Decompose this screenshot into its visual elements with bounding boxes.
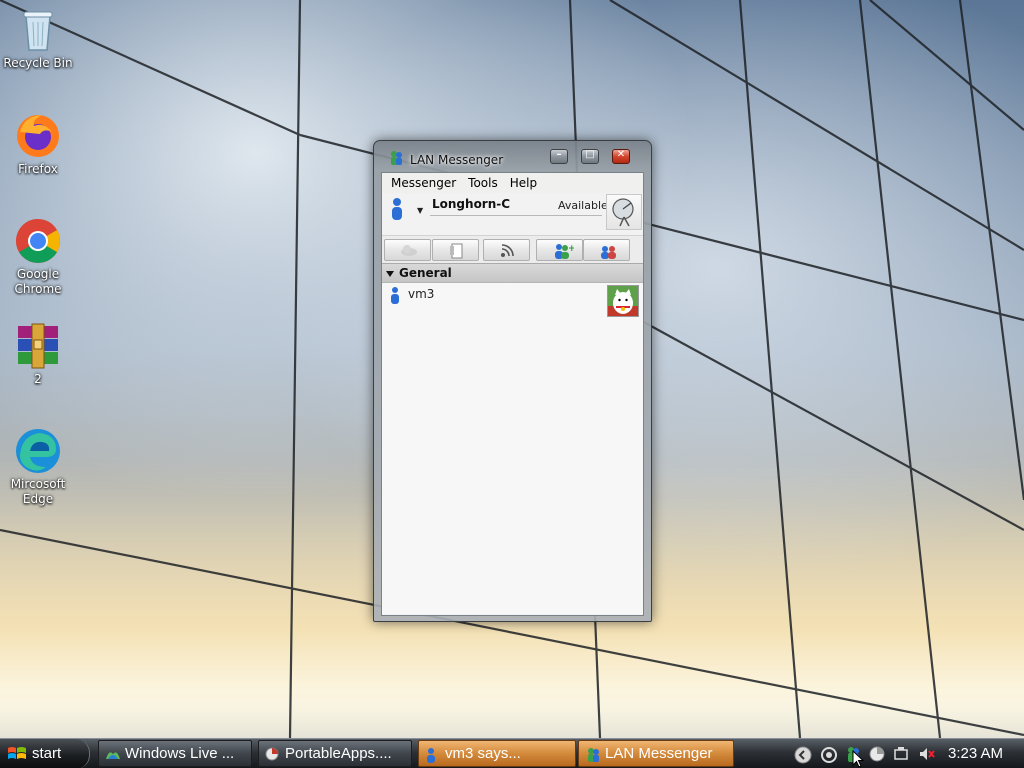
tray-network-icon[interactable] xyxy=(820,746,838,764)
desktop-icon-recycle-bin[interactable]: Recycle Bin xyxy=(0,6,76,71)
name-underline xyxy=(430,215,602,216)
firefox-icon xyxy=(17,115,59,157)
window-client-area: Messenger Tools Help ▼ Longhorn-C Availa… xyxy=(381,172,644,616)
contact-avatar xyxy=(607,285,639,317)
satellite-dish-icon xyxy=(612,198,634,227)
contact-settings-icon xyxy=(601,246,616,259)
edge-icon xyxy=(16,429,60,473)
taskbar-item-vm3-chat[interactable]: vm3 says... xyxy=(418,740,576,767)
windows-flag-icon xyxy=(8,747,26,759)
lan-messenger-app-icon xyxy=(391,151,402,165)
menu-bar: Messenger Tools Help xyxy=(382,173,643,193)
maximize-icon: □ xyxy=(585,149,595,160)
collapse-triangle-icon[interactable] xyxy=(386,271,394,277)
user-status-text: Available xyxy=(558,199,608,212)
start-button[interactable]: start xyxy=(0,739,90,768)
document-icon xyxy=(450,243,463,259)
desktop-icon-label: Recycle Bin xyxy=(3,56,73,70)
desktop-icon-microsoft-edge[interactable]: Mircosoft Edge xyxy=(0,427,76,507)
taskbar: start Windows Live ... PortableApps.... … xyxy=(0,738,1024,768)
menu-help[interactable]: Help xyxy=(505,176,542,190)
group-name: General xyxy=(399,266,452,280)
status-dropdown-arrow-icon[interactable]: ▼ xyxy=(417,206,423,215)
close-button[interactable]: ✕ xyxy=(612,149,630,164)
start-label: start xyxy=(32,745,62,762)
desktop-icon-label: Google Chrome xyxy=(14,267,62,296)
chat-person-icon xyxy=(427,748,435,763)
menu-messenger[interactable]: Messenger xyxy=(386,176,461,190)
add-contact-icon: + xyxy=(555,244,574,259)
broadcast-button[interactable] xyxy=(384,239,431,261)
file-transfer-button[interactable] xyxy=(432,239,479,261)
desktop-icon-label: 2 xyxy=(34,372,42,386)
tray-portableapps-icon[interactable] xyxy=(869,746,885,762)
user-name[interactable]: Longhorn-C xyxy=(432,197,510,211)
close-icon: ✕ xyxy=(616,149,626,160)
lan-messenger-task-icon xyxy=(588,748,599,762)
rss-button[interactable] xyxy=(483,239,530,261)
tray-expand-icon[interactable] xyxy=(794,746,812,764)
group-header-general[interactable]: General xyxy=(382,263,643,283)
contact-status-icon xyxy=(391,287,399,304)
tray-volume-muted-icon[interactable] xyxy=(918,746,936,762)
windows-live-icon xyxy=(106,752,120,759)
taskbar-item-windows-live[interactable]: Windows Live ... xyxy=(98,740,252,767)
user-avatar[interactable] xyxy=(606,194,642,230)
taskbar-clock[interactable]: 3:23 AM xyxy=(948,745,1003,762)
user-status-panel: ▼ Longhorn-C Available xyxy=(382,193,643,235)
desktop-icon-winrar[interactable]: 2 xyxy=(0,322,76,387)
tray-safely-remove-icon[interactable] xyxy=(893,746,911,762)
mouse-cursor-icon xyxy=(852,750,864,768)
minimize-button[interactable]: – xyxy=(550,149,568,164)
system-tray: 3:23 AM xyxy=(790,739,1024,768)
lan-messenger-window[interactable]: LAN Messenger – □ ✕ Messenger Tools Help… xyxy=(373,140,652,622)
desktop-icon-google-chrome[interactable]: Google Chrome xyxy=(0,217,76,297)
minimize-icon: – xyxy=(556,149,562,160)
taskbar-item-lan-messenger[interactable]: LAN Messenger xyxy=(578,740,734,767)
desktop-icon-firefox[interactable]: Firefox xyxy=(0,112,76,177)
desktop-icon-label: Mircosoft Edge xyxy=(10,477,66,506)
portableapps-icon xyxy=(265,747,279,761)
taskbar-item-label: LAN Messenger xyxy=(605,745,713,762)
menu-tools[interactable]: Tools xyxy=(463,176,503,190)
recycle-bin-icon xyxy=(23,11,53,51)
winrar-archive-icon xyxy=(18,323,58,369)
user-person-icon[interactable] xyxy=(390,197,404,221)
chrome-icon xyxy=(16,219,60,263)
maximize-button[interactable]: □ xyxy=(581,149,599,164)
add-contact-button[interactable]: + xyxy=(536,239,583,261)
taskbar-item-portableapps[interactable]: PortableApps.... xyxy=(258,740,412,767)
window-title: LAN Messenger xyxy=(410,153,504,167)
title-bar[interactable]: LAN Messenger – □ ✕ xyxy=(374,141,651,173)
contact-settings-button[interactable] xyxy=(583,239,630,261)
rss-feed-icon xyxy=(501,244,514,257)
contact-item[interactable]: vm3 xyxy=(382,283,643,317)
taskbar-item-label: Windows Live ... xyxy=(125,745,235,762)
contact-list: vm3 xyxy=(382,283,643,614)
lucky-cat-avatar-icon xyxy=(608,286,638,316)
contact-name: vm3 xyxy=(408,287,435,301)
toolbar: + xyxy=(382,235,643,263)
svg-text:+: + xyxy=(568,244,574,254)
desktop-icon-label: Firefox xyxy=(18,162,58,176)
taskbar-item-label: PortableApps.... xyxy=(285,745,392,762)
taskbar-item-label: vm3 says... xyxy=(445,745,521,762)
cloud-icon xyxy=(401,245,417,256)
